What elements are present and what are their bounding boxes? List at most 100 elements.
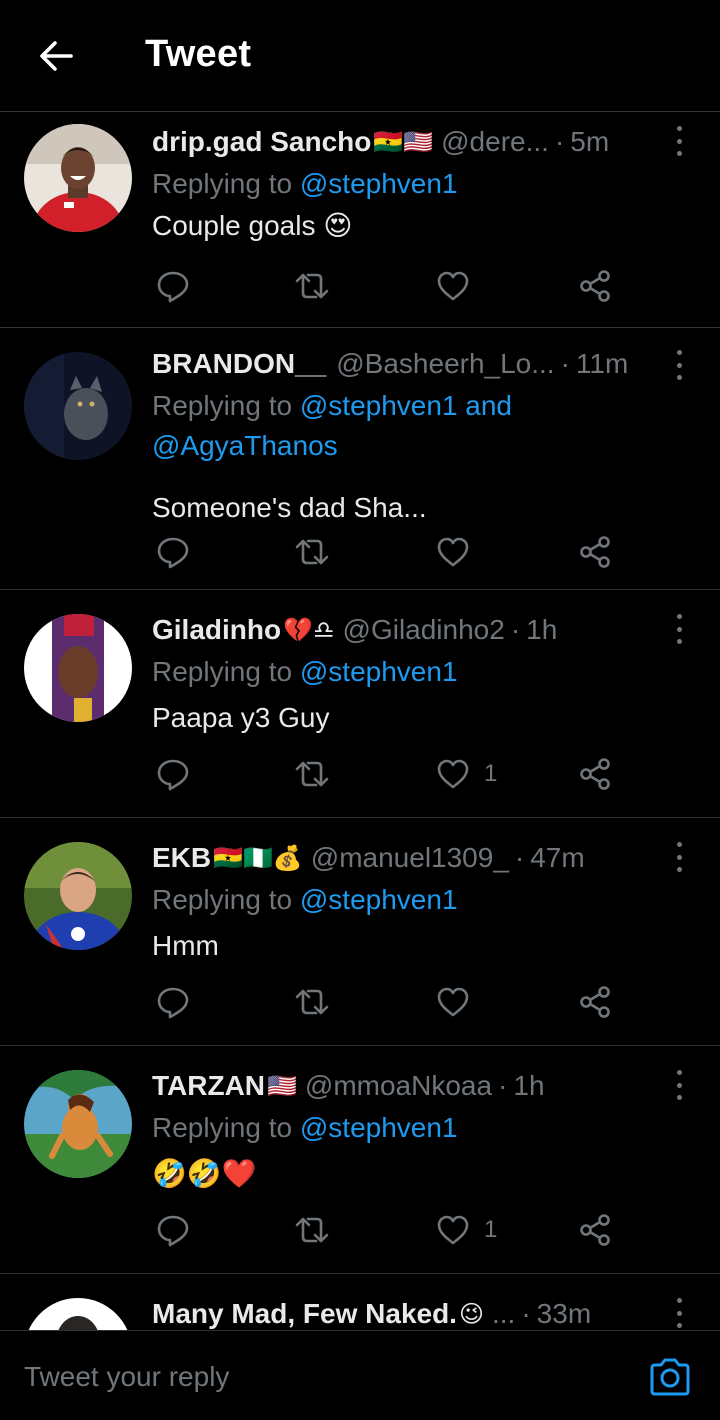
- tweet-text: Someone's dad Sha...: [152, 492, 427, 523]
- more-options-button[interactable]: [672, 614, 686, 644]
- share-icon: [580, 270, 610, 302]
- like-button[interactable]: [436, 534, 484, 570]
- share-button[interactable]: [578, 1212, 612, 1248]
- user-handle[interactable]: @Basheerh_Lo...: [336, 348, 554, 380]
- retweet-button[interactable]: [294, 1212, 330, 1248]
- retweet-button[interactable]: [294, 984, 330, 1020]
- separator-dot: ·: [554, 126, 565, 157]
- user-handle[interactable]: @manuel1309_: [311, 842, 509, 874]
- tweet-detail-screen: Tweet drip.gad Sancho 🇬🇭🇺🇸 @dere... · 5m…: [0, 0, 720, 1420]
- timestamp[interactable]: 11m: [576, 348, 628, 380]
- timestamp[interactable]: 33m: [537, 1298, 591, 1330]
- action-bar: 1: [152, 756, 632, 792]
- display-name[interactable]: TARZAN: [152, 1070, 265, 1102]
- reply-button[interactable]: [156, 1212, 190, 1248]
- reply-tweet[interactable]: Giladinho 💔♎ @Giladinho2 · 1h Replying t…: [0, 590, 720, 818]
- page-title: Tweet: [145, 33, 252, 75]
- user-handle[interactable]: @dere...: [441, 126, 549, 158]
- user-handle[interactable]: ...: [492, 1298, 515, 1330]
- reply-composer: [0, 1330, 720, 1420]
- avatar[interactable]: [24, 124, 132, 232]
- avatar[interactable]: [24, 842, 132, 950]
- camera-button[interactable]: [648, 1357, 694, 1399]
- reply-tweet[interactable]: TARZAN 🇺🇸 @mmoaNkoaa · 1h Replying to @s…: [0, 1046, 720, 1274]
- retweet-icon: [295, 989, 329, 1015]
- back-button[interactable]: [36, 36, 76, 76]
- reply-button[interactable]: [156, 756, 190, 792]
- avatar[interactable]: [24, 1070, 132, 1178]
- name-emoji: 🇬🇭🇺🇸: [373, 128, 434, 156]
- timestamp[interactable]: 1h: [513, 1070, 544, 1102]
- more-vertical-icon: [676, 126, 682, 131]
- heart-icon: [437, 1215, 469, 1245]
- mention-link[interactable]: @stephven1: [300, 1112, 458, 1143]
- user-handle[interactable]: @mmoaNkoaa: [305, 1070, 492, 1102]
- display-name[interactable]: BRANDON__: [152, 348, 326, 380]
- retweet-icon: [295, 761, 329, 787]
- replies-feed[interactable]: drip.gad Sancho 🇬🇭🇺🇸 @dere... · 5m Reply…: [0, 112, 720, 1330]
- replying-to-line: Replying to @stephven1: [152, 164, 680, 204]
- retweet-button[interactable]: [294, 268, 330, 304]
- reply-tweet[interactable]: EKB 🇬🇭🇳🇬💰 @manuel1309_ · 47m Replying to…: [0, 818, 720, 1046]
- timestamp[interactable]: 5m: [570, 126, 609, 158]
- reply-input[interactable]: [24, 1355, 604, 1399]
- display-name[interactable]: Many Mad, Few Naked.: [152, 1298, 457, 1330]
- reply-button[interactable]: [156, 984, 190, 1020]
- more-options-button[interactable]: [672, 126, 686, 156]
- heart-icon: [437, 987, 469, 1017]
- share-button[interactable]: [578, 984, 612, 1020]
- top-bar: Tweet: [0, 0, 720, 112]
- reply-icon: [157, 987, 189, 1019]
- mention-link[interactable]: @stephven1 and: [300, 390, 512, 421]
- replying-to-prefix: Replying to: [152, 390, 293, 421]
- tweet-text: Paapa y3 Guy: [152, 702, 330, 733]
- retweet-button[interactable]: [294, 756, 330, 792]
- tweet-text: Hmm: [152, 930, 219, 961]
- avatar[interactable]: [24, 352, 132, 460]
- more-options-button[interactable]: [672, 350, 686, 380]
- like-button[interactable]: 1: [436, 756, 497, 792]
- more-options-button[interactable]: [672, 1298, 686, 1328]
- action-bar: [152, 268, 632, 304]
- mention-link[interactable]: @stephven1: [300, 168, 458, 199]
- display-name[interactable]: EKB: [152, 842, 211, 874]
- more-vertical-icon: [676, 350, 682, 355]
- share-icon: [580, 1214, 610, 1246]
- separator-dot: ·: [514, 842, 525, 873]
- more-options-button[interactable]: [672, 842, 686, 872]
- tweet-header: BRANDON__ @Basheerh_Lo... · 11m: [152, 344, 650, 384]
- reply-button[interactable]: [156, 534, 190, 570]
- like-button[interactable]: [436, 268, 484, 304]
- reply-tweet[interactable]: Many Mad, Few Naked. 😉 ... · 33m: [0, 1274, 720, 1330]
- reply-tweet[interactable]: BRANDON__ @Basheerh_Lo... · 11m Replying…: [0, 328, 720, 590]
- timestamp[interactable]: 47m: [530, 842, 584, 874]
- avatar[interactable]: [24, 1298, 132, 1330]
- share-button[interactable]: [578, 756, 612, 792]
- reply-tweet[interactable]: drip.gad Sancho 🇬🇭🇺🇸 @dere... · 5m Reply…: [0, 112, 720, 328]
- mention-link[interactable]: @AgyaThanos: [152, 430, 338, 461]
- reply-button[interactable]: [156, 268, 190, 304]
- like-button[interactable]: [436, 984, 484, 1020]
- retweet-icon: [295, 1217, 329, 1243]
- name-emoji: 💔♎: [283, 616, 335, 644]
- avatar[interactable]: [24, 614, 132, 722]
- share-icon: [580, 758, 610, 790]
- timestamp[interactable]: 1h: [526, 614, 557, 646]
- more-options-button[interactable]: [672, 1070, 686, 1100]
- retweet-button[interactable]: [294, 534, 330, 570]
- more-vertical-icon: [676, 1070, 682, 1075]
- arrow-left-icon: [40, 41, 73, 71]
- like-button[interactable]: 1: [436, 1212, 497, 1248]
- share-button[interactable]: [578, 268, 612, 304]
- retweet-icon: [295, 273, 329, 299]
- replying-to-prefix: Replying to: [152, 656, 293, 687]
- display-name[interactable]: Giladinho: [152, 614, 281, 646]
- share-button[interactable]: [578, 534, 612, 570]
- display-name[interactable]: drip.gad Sancho: [152, 126, 371, 158]
- mention-link[interactable]: @stephven1: [300, 656, 458, 687]
- action-bar: 1: [152, 1212, 632, 1248]
- mention-link[interactable]: @stephven1: [300, 884, 458, 915]
- tweet-header: Giladinho 💔♎ @Giladinho2 · 1h: [152, 610, 650, 650]
- user-handle[interactable]: @Giladinho2: [343, 614, 505, 646]
- camera-icon: [650, 1358, 690, 1396]
